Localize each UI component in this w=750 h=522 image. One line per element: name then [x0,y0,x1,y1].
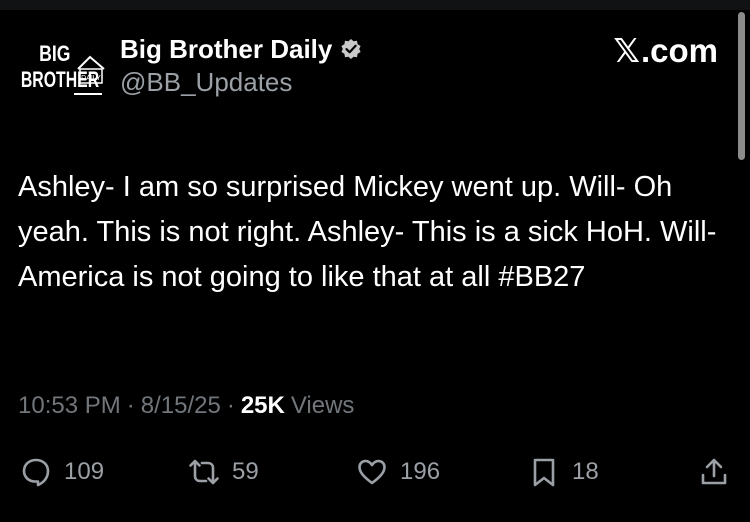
bookmark-count: 18 [572,458,599,485]
reply-button[interactable]: 109 [20,450,104,494]
user-handle[interactable]: @BB_Updates [120,65,362,99]
meta-separator: · [126,392,135,419]
tweet-meta: 10:53 PM · 8/15/25 · 25K Views [18,390,354,422]
like-button[interactable]: 196 [356,450,440,494]
scrollbar[interactable] [738,12,745,160]
tweet-time[interactable]: 10:53 PM [18,392,121,420]
repost-button[interactable]: 59 [188,450,259,494]
verified-badge-icon [341,39,361,59]
share-icon [701,458,727,485]
tweet-text: Ashley- I am so surprised Mickey went up… [18,171,723,293]
display-name[interactable]: Big Brother Daily [120,34,332,65]
reply-icon [22,458,50,487]
tweet-header: BIG BROTHER DAILY Big Brother Daily @BB_… [18,33,718,108]
heart-icon [358,459,386,485]
views-count: 25K [240,392,285,419]
bookmark-button[interactable]: 18 [528,450,599,494]
logo-text-small: DAILY [81,75,101,82]
big-brother-daily-logo: BIG BROTHER DAILY [21,42,105,95]
views-label: Views [290,392,355,419]
tweet-date[interactable]: 8/15/25 [141,392,221,420]
x-brand: 𝕏 .com [613,33,718,69]
meta-separator: · [226,392,235,419]
tweet-actions: 109 59 196 18 [0,450,750,494]
x-brand-suffix: .com [640,32,718,69]
share-button[interactable] [698,450,730,494]
bookmark-icon [533,458,555,487]
logo-text-top: BIG [39,42,70,66]
like-count: 196 [400,458,441,485]
top-bar [0,0,750,10]
x-logo-icon: 𝕏 [613,32,640,69]
repost-icon [189,459,219,485]
reply-count: 109 [64,458,105,485]
repost-count: 59 [232,458,259,485]
